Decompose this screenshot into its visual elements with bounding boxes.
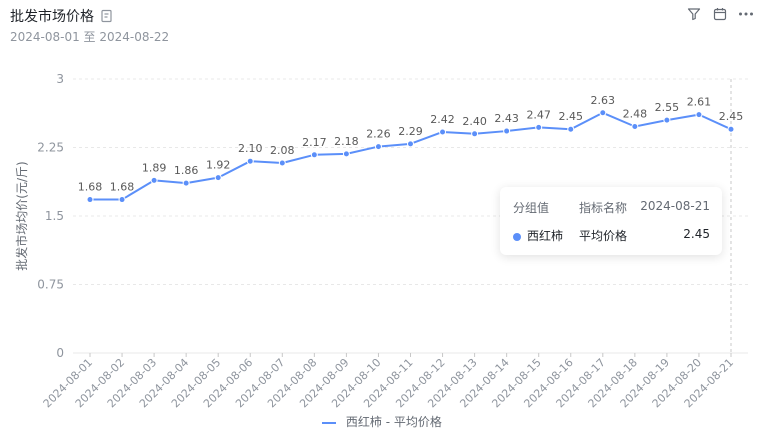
tooltip-col-group: 分组值: [513, 201, 550, 215]
data-label: 1.89: [142, 161, 167, 174]
tooltip-group: 西红柿: [513, 227, 563, 244]
data-label: 2.17: [302, 136, 327, 149]
tooltip-row: 西红柿 平均价格 2.45: [500, 227, 722, 247]
data-point: [503, 127, 511, 135]
data-point: [631, 122, 639, 130]
data-point: [214, 174, 222, 182]
data-point: [86, 196, 94, 204]
y-tick-label: 0.75: [37, 278, 64, 292]
data-label: 2.18: [334, 135, 359, 148]
y-axis-title: 批发市场均价(元/斤): [14, 161, 29, 270]
data-label: 2.45: [559, 110, 584, 123]
data-point: [246, 157, 254, 165]
data-point: [278, 159, 286, 167]
data-point: [407, 140, 414, 148]
data-label: 2.43: [494, 112, 519, 125]
data-label: 2.40: [462, 115, 487, 128]
data-point: [535, 123, 543, 131]
data-point: [471, 130, 479, 138]
data-label: 1.68: [110, 181, 135, 194]
legend[interactable]: 西红柿 - 平均价格: [0, 413, 764, 430]
legend-swatch: [322, 421, 337, 424]
data-point: [374, 143, 382, 151]
data-point: [118, 196, 126, 204]
data-label: 2.08: [270, 144, 295, 157]
data-label: 2.45: [719, 110, 744, 123]
tooltip-col-date: 2024-08-21: [640, 199, 710, 213]
data-point: [663, 116, 671, 124]
data-point: [342, 150, 350, 158]
data-label: 2.55: [655, 101, 680, 114]
legend-label: 西红柿 - 平均价格: [345, 415, 442, 429]
data-label: 1.68: [78, 181, 103, 194]
data-point: [727, 125, 735, 133]
tooltip-header: 分组值 指标名称 2024-08-21: [500, 199, 722, 219]
y-tick-label: 2.25: [37, 141, 64, 155]
data-point: [567, 125, 575, 133]
data-point: [182, 179, 190, 187]
data-label: 1.86: [174, 164, 199, 177]
data-point: [439, 128, 447, 136]
data-point: [599, 109, 607, 117]
data-label: 2.47: [526, 108, 551, 121]
data-label: 2.63: [591, 94, 616, 107]
data-label: 2.48: [623, 107, 648, 120]
data-point: [310, 151, 318, 159]
series-dot-icon: [513, 232, 521, 241]
y-tick-label: 0: [56, 346, 64, 360]
data-label: 2.42: [430, 113, 455, 126]
tooltip: 分组值 指标名称 2024-08-21 西红柿 平均价格 2.45: [500, 187, 722, 255]
data-label: 2.10: [238, 142, 263, 155]
y-tick-label: 3: [56, 72, 64, 86]
data-label: 2.29: [398, 125, 423, 138]
data-point: [150, 176, 158, 184]
data-label: 2.61: [687, 96, 712, 109]
data-label: 1.92: [206, 159, 231, 172]
tooltip-metric: 平均价格: [579, 229, 628, 243]
data-point: [695, 111, 703, 119]
y-tick-label: 1.5: [45, 209, 64, 223]
tooltip-value: 2.45: [683, 227, 710, 241]
data-label: 2.26: [366, 128, 391, 141]
tooltip-col-metric: 指标名称: [579, 201, 628, 215]
